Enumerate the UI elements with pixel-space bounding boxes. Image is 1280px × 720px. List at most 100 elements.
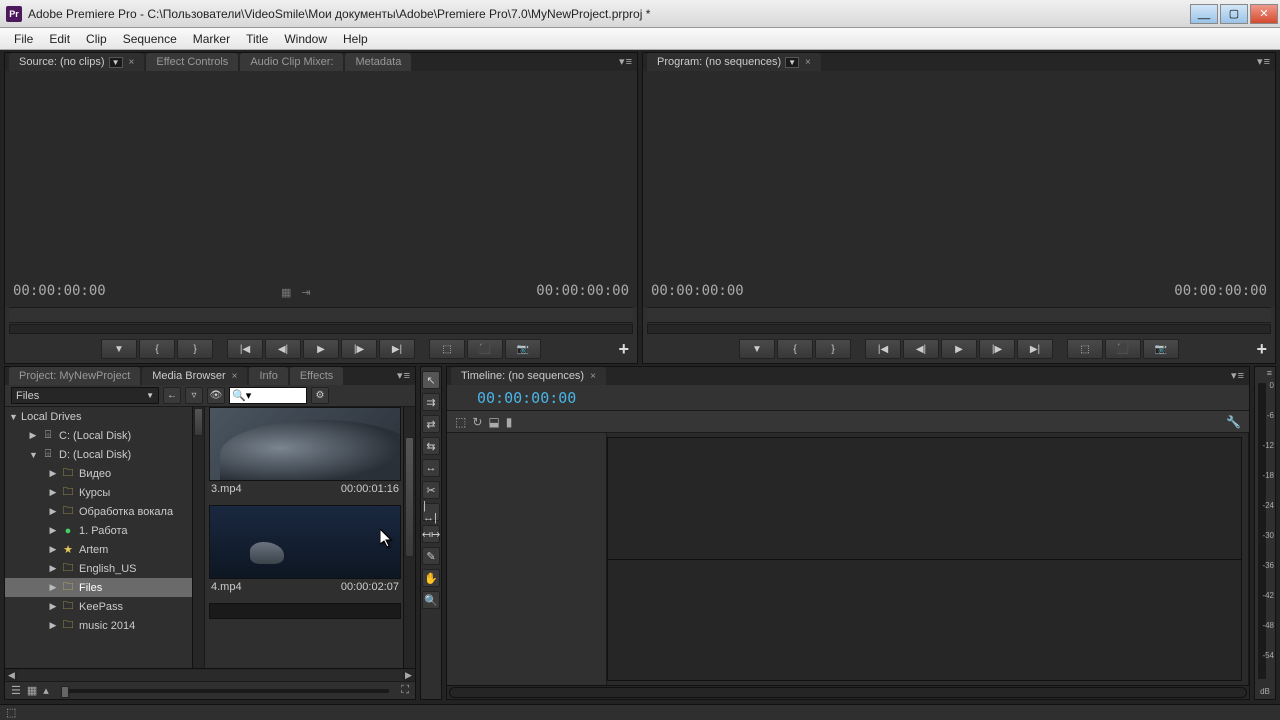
panel-menu-icon[interactable]: ▾≡ [1257,55,1271,68]
goto-in-button[interactable]: |◀ [227,339,263,359]
p-lift-button[interactable]: ⬚ [1067,339,1103,359]
clip-thumb[interactable] [209,407,401,481]
thumb-size-slider[interactable] [61,689,389,693]
tab-media-browser[interactable]: Media Browser × [142,367,247,385]
clip-item[interactable]: 4.mp400:00:02:07 [209,505,401,597]
pen-tool[interactable]: ✎ [422,547,440,565]
hand-tool[interactable]: ✋ [422,569,440,587]
tab-program[interactable]: Program: (no sequences) ▼ × [647,53,821,71]
program-time-in[interactable]: 00:00:00:00 [651,283,744,299]
panel-menu-icon[interactable]: ▾≡ [1231,369,1245,382]
menu-help[interactable]: Help [335,32,376,46]
snap-icon[interactable]: ⬚ [455,415,466,429]
settings-icon[interactable]: 🔧 [1226,415,1241,429]
source-time-ruler[interactable] [9,307,633,323]
tab-effect-controls[interactable]: Effect Controls [146,53,238,71]
source-dropdown-icon[interactable]: ▼ [109,57,123,68]
marker-icon[interactable]: ▮ [506,415,513,429]
tree-item-0[interactable]: ⌹C: (Local Disk) [5,426,204,445]
fit-icon[interactable]: ▦ [281,286,291,299]
window-close-button[interactable]: ✕ [1250,4,1278,24]
back-button[interactable]: ← [163,387,181,404]
p-play-button[interactable]: ▶ [941,339,977,359]
program-monitor-viewport[interactable]: 00:00:00:00 00:00:00:00 [643,71,1275,307]
rolling-edit-tool[interactable]: ⇆ [422,437,440,455]
program-time-ruler[interactable] [647,307,1271,323]
overwrite-button[interactable]: ⬛ [467,339,503,359]
tree-item-8[interactable]: 🗀Files [5,578,204,597]
zoom-tool[interactable]: 🔍 [422,591,440,609]
p-goto-in-button[interactable]: |◀ [865,339,901,359]
menu-window[interactable]: Window [276,32,335,46]
program-dropdown-icon[interactable]: ▼ [785,57,799,68]
tab-timeline[interactable]: Timeline: (no sequences) × [451,367,606,385]
track-headers[interactable] [447,433,607,685]
menu-title[interactable]: Title [238,32,276,46]
tree-item-5[interactable]: ●1. Работа [5,521,204,540]
tab-metadata[interactable]: Metadata [345,53,411,71]
mark-out-button[interactable]: { [139,339,175,359]
tree-hscrollbar[interactable]: ◀▶ [5,668,415,681]
timeline-body[interactable] [447,433,1249,685]
thumbs-scrollbar[interactable] [403,407,415,668]
step-fwd-button[interactable]: |▶ [341,339,377,359]
menu-sequence[interactable]: Sequence [115,32,185,46]
tree-item-7[interactable]: 🗀English_US [5,559,204,578]
slide-tool[interactable]: ↤↦ [422,525,440,543]
timeline-hscrollbar[interactable] [447,685,1249,699]
step-icon[interactable]: ⇥ [301,286,310,299]
slip-tool[interactable]: |↔| [422,503,440,521]
ingest-icon[interactable]: 👁 [207,387,225,404]
play-button[interactable]: ▶ [303,339,339,359]
tab-media-browser-close-icon[interactable]: × [232,371,238,382]
mark-in-button[interactable]: ▼ [101,339,137,359]
insert-button[interactable]: ⬚ [429,339,465,359]
razor-tool[interactable]: ✂ [422,481,440,499]
export-frame-button[interactable]: 📷 [505,339,541,359]
tree-item-4[interactable]: 🗀Обработка вокала [5,502,204,521]
mark-clip-button[interactable]: } [177,339,213,359]
tab-effects[interactable]: Effects [290,367,343,385]
p-extract-button[interactable]: ⬛ [1105,339,1141,359]
drive-tree[interactable]: Local Drives⌹C: (Local Disk)⌹D: (Local D… [5,407,205,668]
clip-thumb[interactable] [209,603,401,619]
window-maximize-button[interactable]: ▢ [1220,4,1248,24]
thumb-view-icon[interactable]: ▦ [27,684,37,697]
tree-item-3[interactable]: 🗀Курсы [5,483,204,502]
meter-menu-icon[interactable]: ≡ [1267,368,1273,378]
tree-item-10[interactable]: 🗀music 2014 [5,616,204,635]
add-marker-icon[interactable]: ⬓ [488,415,499,429]
p-mark-out-button[interactable]: { [777,339,813,359]
ripple-edit-tool[interactable]: ⇄ [422,415,440,433]
tab-info[interactable]: Info [249,367,287,385]
tree-scrollbar[interactable] [192,407,204,668]
source-time-in[interactable]: 00:00:00:00 [13,283,106,299]
source-time-out[interactable]: 00:00:00:00 [536,283,629,299]
p-export-frame-button[interactable]: 📷 [1143,339,1179,359]
clip-thumb[interactable] [209,505,401,579]
panel-menu-icon[interactable]: ▾≡ [397,369,411,382]
p-mark-in-button[interactable]: ▼ [739,339,775,359]
menu-clip[interactable]: Clip [78,32,115,46]
filter-icon[interactable]: ▿ [185,387,203,404]
selection-tool[interactable]: ↖ [422,371,440,389]
source-scrubber[interactable] [9,324,633,334]
p-step-fwd-button[interactable]: |▶ [979,339,1015,359]
source-monitor-viewport[interactable]: 00:00:00:00 ▦ ⇥ 00:00:00:00 [5,71,637,307]
tree-item-9[interactable]: 🗀KeePass [5,597,204,616]
tab-project[interactable]: Project: MyNewProject [9,367,140,385]
track-select-tool[interactable]: ⇉ [422,393,440,411]
audio-meter[interactable]: ≡ 0-6-12-18-24-30-36-42-48-54 dB [1254,366,1276,700]
status-icon[interactable]: ⬚ [6,706,16,719]
max-thumb-icon[interactable]: ⛶ [401,684,409,697]
add-button-icon[interactable]: + [618,339,629,360]
sort-icon[interactable]: ▴ [43,684,49,697]
list-view-icon[interactable]: ☰ [11,684,21,697]
tab-program-close-icon[interactable]: × [805,57,811,68]
tab-source-close-icon[interactable]: × [129,57,135,68]
tree-item-2[interactable]: 🗀Видео [5,464,204,483]
p-mark-clip-button[interactable]: } [815,339,851,359]
tree-item-6[interactable]: ★Artem [5,540,204,559]
timeline-timecode[interactable]: 00:00:00:00 [477,389,576,407]
p-step-back-button[interactable]: ◀| [903,339,939,359]
